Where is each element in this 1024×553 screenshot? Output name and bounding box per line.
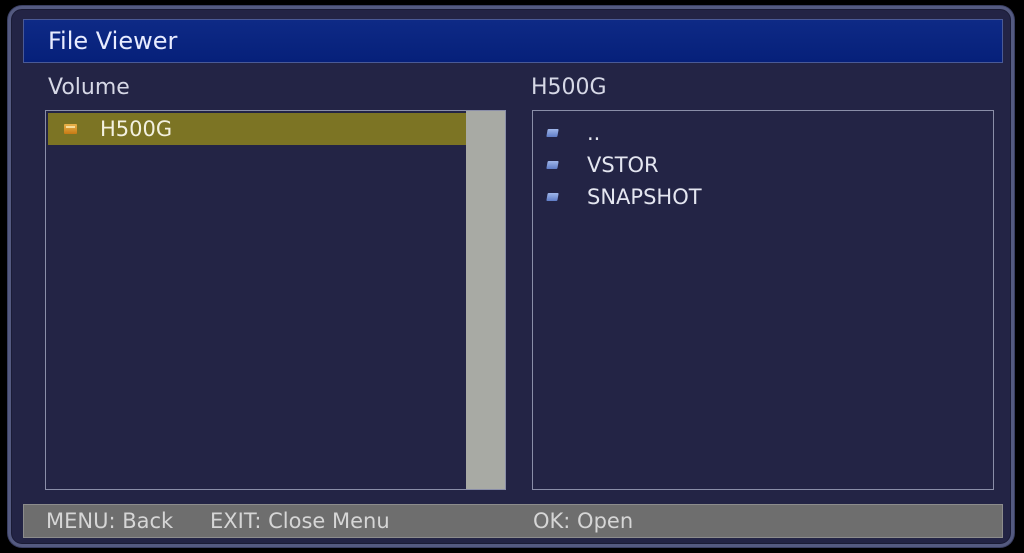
file-item-label: .. [587,121,601,145]
menu-back-hint: MENU: Back [46,509,174,533]
file-item-parent[interactable]: .. [545,117,985,149]
folder-icon [546,193,559,201]
volume-item-label: H500G [100,117,173,141]
file-item-label: VSTOR [587,153,659,177]
file-item-label: SNAPSHOT [587,185,702,209]
window-title: File Viewer [23,19,1003,63]
exit-close-menu-hint: EXIT: Close Menu [210,509,390,533]
status-bar: MENU: Back EXIT: Close Menu OK: Open [23,504,1003,538]
drive-icon [64,124,77,134]
folder-icon [546,161,559,169]
volume-panel-label: Volume [48,75,130,100]
ok-open-hint: OK: Open [533,509,634,533]
volume-scrollbar[interactable] [466,111,505,489]
volume-item-h500g[interactable]: H500G [48,113,466,145]
file-viewer-window: File Viewer Volume H500G H500G .. VSTOR … [8,6,1014,547]
content-panel-label: H500G [531,75,607,100]
file-item-vstor[interactable]: VSTOR [545,149,985,181]
folder-icon [546,129,559,137]
volume-list: H500G [45,110,506,490]
file-item-snapshot[interactable]: SNAPSHOT [545,181,985,213]
file-list: .. VSTOR SNAPSHOT [532,110,994,490]
